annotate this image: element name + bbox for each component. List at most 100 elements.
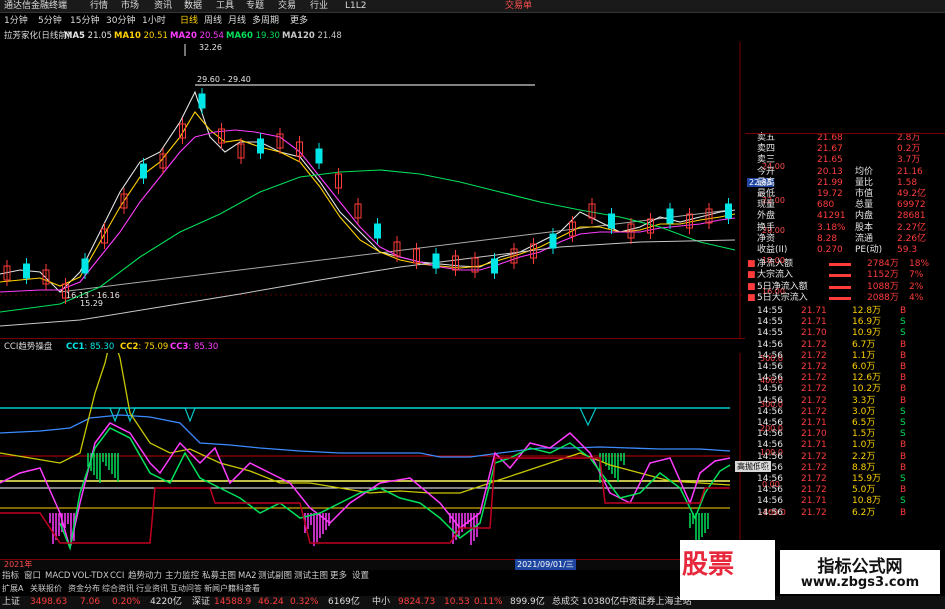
quote-row: 现量 680 总量 69972: [757, 200, 929, 211]
tick-volume: 15.9万: [852, 474, 882, 484]
quote-key: 卖四: [757, 144, 776, 155]
menu-item-industry[interactable]: 行业: [310, 0, 328, 12]
tf-1min[interactable]: 1分钟: [4, 15, 28, 27]
cci-chart[interactable]: [0, 353, 760, 559]
tick-side: B: [900, 339, 907, 350]
tf-15min[interactable]: 15分钟: [70, 15, 99, 27]
menu-item-topics[interactable]: 专题: [246, 0, 264, 12]
tick-price: 21.72: [801, 474, 827, 484]
menu-item-news[interactable]: 资讯: [154, 0, 172, 12]
index-sz-amt: 6169亿: [328, 597, 360, 607]
tf-more[interactable]: 更多: [290, 15, 308, 27]
tick-volume: 10.2万: [852, 384, 882, 395]
tab-settings[interactable]: 设置: [352, 570, 369, 582]
tick-price: 21.72: [801, 362, 827, 372]
tick-price: 21.72: [801, 451, 827, 462]
tick-row: 14:56 21.72 10.2万 B: [757, 384, 929, 395]
tab-test-main[interactable]: 测试主图: [294, 570, 328, 582]
tick-time: 14:56: [757, 350, 783, 361]
tab-expand[interactable]: 扩展A: [2, 583, 23, 595]
quote-key: 收益(II): [757, 245, 788, 255]
tab-test-sub[interactable]: 测试副图: [258, 570, 292, 582]
candle-body: [374, 223, 381, 239]
quote-value: 41291: [817, 211, 846, 222]
tf-daily[interactable]: 日线: [180, 15, 198, 27]
quote-value: 680: [817, 200, 835, 211]
tab-general-news[interactable]: 综合资讯: [102, 583, 134, 595]
menu-item-tools[interactable]: 工具: [216, 0, 234, 12]
index-sz-label[interactable]: 深证: [192, 596, 210, 609]
tab-related-quote[interactable]: 关联报价: [30, 583, 62, 595]
flow-value: 2088万: [867, 292, 899, 303]
tab-cci[interactable]: CCI: [110, 570, 124, 582]
tab-industry-news[interactable]: 行业资讯: [136, 583, 168, 595]
tab-qa[interactable]: 互动问答: [170, 583, 202, 595]
quote-value: 8.28: [817, 233, 838, 244]
tf-multi[interactable]: 多周期: [252, 15, 279, 27]
candle-body: [315, 148, 323, 164]
flow-square-icon: ■: [747, 281, 756, 292]
tick-time: 14:56: [757, 418, 783, 428]
tab-indicator[interactable]: 指标: [2, 570, 19, 582]
menu-item-markets[interactable]: 市场: [121, 0, 139, 12]
flow-row: ■ 净流入额 2784万 18%: [747, 259, 929, 270]
quote-row: 换手 3.18% 股本 2.27亿: [757, 223, 929, 234]
flow-bar: [829, 274, 851, 278]
quote-key: 现量: [757, 200, 776, 211]
quote-key: 外盘: [757, 211, 776, 222]
menu-item-l1l2[interactable]: L1L2: [345, 0, 366, 12]
tab-account-view[interactable]: 新闻户籍科查看: [204, 583, 260, 595]
quote-value: 3.18%: [817, 222, 846, 233]
flow-pct: 2%: [909, 281, 924, 292]
year-label: 2021年: [4, 560, 33, 569]
quote-row: 卖三 21.65 3.7万: [757, 155, 929, 166]
tf-30min[interactable]: 30分钟: [106, 15, 135, 27]
tf-1hour[interactable]: 1小时: [142, 15, 166, 27]
tab-fund-distribution[interactable]: 资金分布: [68, 583, 100, 595]
flow-square-icon: ■: [747, 292, 756, 303]
tab-ma2[interactable]: MA2: [238, 570, 257, 582]
tab-vol-tdx[interactable]: VOL-TDX: [72, 570, 109, 582]
watermark-title: 指标公式网: [817, 557, 903, 577]
ma60-label: MA60 19.30: [226, 31, 280, 41]
tick-side: S: [900, 429, 906, 440]
tick-side: B: [900, 440, 907, 451]
tf-weekly[interactable]: 周线: [204, 15, 222, 27]
menu-item-market[interactable]: 行情: [90, 0, 108, 12]
flow-value: 2784万: [867, 259, 899, 270]
tab-private-main[interactable]: 私募主图: [202, 570, 236, 582]
tf-5min[interactable]: 5分钟: [38, 15, 62, 27]
tab-trend-power[interactable]: 趋势动力: [128, 570, 162, 582]
menu-item-trade[interactable]: 交易: [278, 0, 296, 12]
quote-value-2: 21.16: [897, 166, 923, 177]
tick-volume: 8.8万: [852, 462, 876, 473]
flow-pct: 4%: [909, 292, 924, 303]
menu-item-data[interactable]: 数据: [184, 0, 202, 12]
tick-volume: 1.0万: [852, 440, 876, 451]
tick-volume: 12.6万: [852, 373, 882, 384]
quote-value-2: 2.8万: [897, 133, 921, 143]
trade-order-link[interactable]: 交易单: [505, 0, 532, 12]
price-chart[interactable]: 32.26 29.60 - 29.40 16.13 - 16.16 15.29: [0, 42, 745, 338]
tf-monthly[interactable]: 月线: [228, 15, 246, 27]
quote-row: 卖五 21.68 2.8万: [757, 133, 929, 144]
index-zx-label[interactable]: 中小: [372, 596, 390, 609]
tick-row: 14:56 21.71 10.8万 S: [757, 496, 929, 507]
tab-macd[interactable]: MACD: [45, 570, 70, 582]
index-sh-label[interactable]: 上证: [2, 596, 20, 609]
tab-more[interactable]: 更多: [330, 570, 347, 582]
quote-value-2: 3.7万: [897, 155, 921, 166]
quote-value-2: 2.26亿: [897, 233, 927, 244]
quote-key: 最低: [757, 189, 776, 199]
tick-price: 21.71: [801, 440, 827, 451]
tab-window[interactable]: 窗口: [24, 570, 41, 582]
tick-volume: 12.8万: [852, 306, 882, 316]
quote-value: 21.67: [817, 144, 843, 155]
quote-value-2: 69972: [897, 200, 926, 211]
candle-body: [491, 258, 498, 274]
tab-main-monitor[interactable]: 主力监控: [165, 570, 199, 582]
tick-time: 14:56: [757, 339, 783, 350]
candlesticks: [3, 88, 732, 304]
quote-key: 卖五: [757, 133, 776, 143]
candle-body: [608, 213, 615, 229]
